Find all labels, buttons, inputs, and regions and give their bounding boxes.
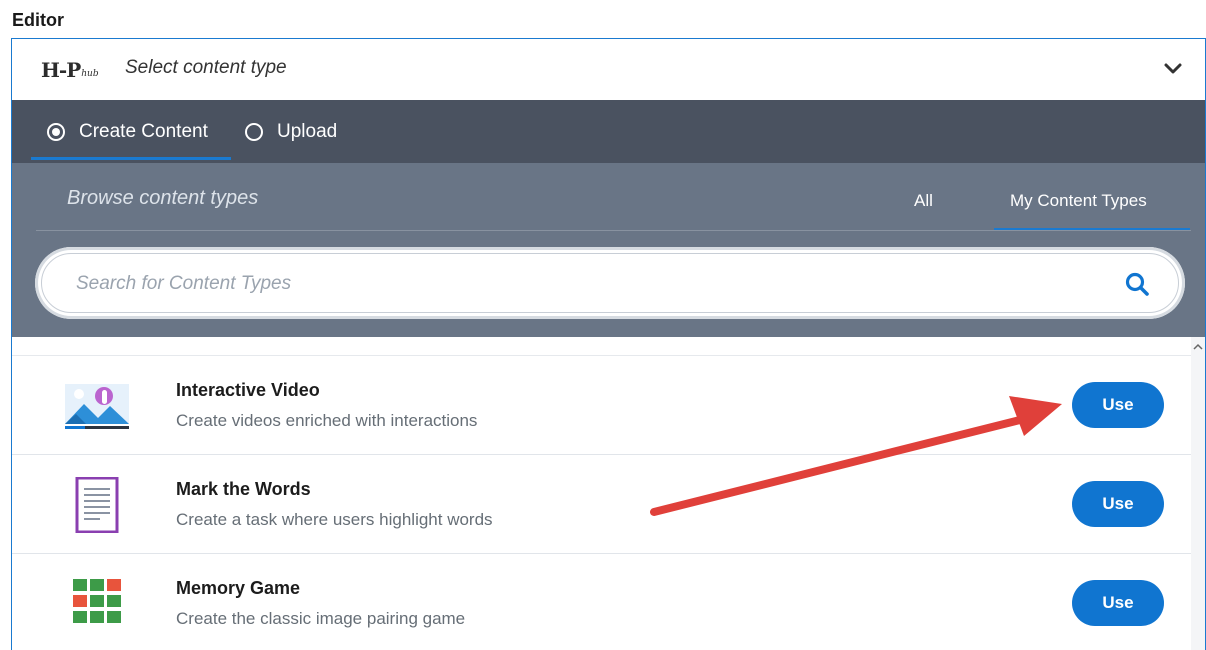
use-memory-game-button[interactable]: Use	[1072, 580, 1164, 626]
tab-create-content[interactable]: Create Content	[47, 100, 208, 163]
chevron-down-icon[interactable]	[1163, 61, 1183, 77]
select-content-type-title: Select content type	[125, 57, 287, 78]
list-item[interactable]: Mark the Words Create a task where users…	[12, 455, 1191, 554]
content-type-description: Create a task where users highlight word…	[176, 510, 493, 529]
browse-panel: Browse content types All My Content Type…	[12, 163, 1205, 337]
filter-my-content-types[interactable]: My Content Types	[1010, 191, 1147, 211]
content-type-description: Create videos enriched with interactions	[176, 411, 478, 430]
tab-create-content-label: Create Content	[79, 120, 208, 142]
scrollbar[interactable]	[1191, 337, 1205, 650]
content-type-title: Memory Game	[176, 578, 301, 598]
browse-divider	[36, 230, 1191, 231]
tab-upload[interactable]: Upload	[245, 100, 337, 163]
hub-header[interactable]: H-P hub Select content type	[12, 39, 1205, 100]
memory-game-icon	[73, 579, 121, 623]
use-interactive-video-button[interactable]: Use	[1072, 382, 1164, 428]
use-mark-the-words-button[interactable]: Use	[1072, 481, 1164, 527]
radio-unselected-icon	[245, 122, 263, 141]
browse-title: Browse content types	[67, 187, 259, 209]
content-type-title: Interactive Video	[176, 380, 320, 400]
h5p-hub-logo: H-P hub	[41, 58, 99, 82]
list-item[interactable]: Memory Game Create the classic image pai…	[12, 554, 1191, 650]
h5p-hub: H-P hub Select content type Create Conte…	[11, 38, 1206, 650]
search-box	[35, 247, 1185, 319]
mark-the-words-icon	[75, 477, 119, 533]
content-type-description: Create the classic image pairing game	[176, 609, 466, 628]
search-input[interactable]	[76, 268, 1076, 300]
scroll-up-arrow-icon[interactable]	[1193, 343, 1203, 351]
content-type-title: Mark the Words	[176, 479, 311, 499]
tab-bar: Create Content Upload	[12, 100, 1205, 163]
content-type-list: Interactive Video Create videos enriched…	[12, 337, 1191, 650]
active-filter-indicator	[994, 228, 1190, 230]
editor-label: Editor	[12, 10, 64, 30]
filter-all[interactable]: All	[914, 191, 933, 211]
search-icon[interactable]	[1124, 271, 1150, 297]
active-tab-indicator	[31, 157, 231, 160]
radio-selected-icon	[47, 122, 65, 141]
list-item[interactable]: Interactive Video Create videos enriched…	[12, 356, 1191, 455]
interactive-video-icon	[65, 384, 129, 429]
tab-upload-label: Upload	[277, 120, 338, 142]
